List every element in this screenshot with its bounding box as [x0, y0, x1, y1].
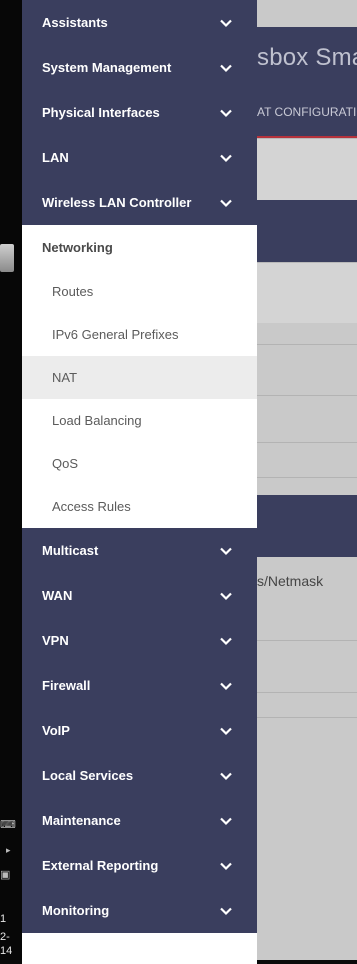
menu-item-nat[interactable]: NAT — [22, 356, 257, 399]
menu-item-routes[interactable]: Routes — [22, 270, 257, 313]
background-panel — [257, 262, 357, 323]
menu-category-wan[interactable]: WAN — [22, 573, 257, 618]
menu-category-multicast[interactable]: Multicast — [22, 528, 257, 573]
background-subtitle: AT CONFIGURATIO — [257, 105, 357, 119]
menu-item-access-rules[interactable]: Access Rules — [22, 485, 257, 528]
menu-category-local-services[interactable]: Local Services — [22, 753, 257, 798]
background-field-label: s/Netmask — [257, 573, 324, 589]
menu-category-label: Wireless LAN Controller — [42, 195, 192, 210]
chevron-down-icon — [220, 682, 232, 690]
menu-category-assistants[interactable]: Assistants — [22, 0, 257, 45]
menu-category-label: Firewall — [42, 678, 91, 693]
menu-item-label: IPv6 General Prefixes — [52, 327, 179, 342]
menu-item-label: QoS — [52, 456, 79, 471]
menu-item-qos[interactable]: QoS — [22, 442, 257, 485]
menu-category-firewall[interactable]: Firewall — [22, 663, 257, 708]
background-section-band — [257, 495, 357, 557]
menu-item-load-balancing[interactable]: Load Balancing — [22, 399, 257, 442]
menu-item-ipv6-general-prefixes[interactable]: IPv6 General Prefixes — [22, 313, 257, 356]
background-app: sbox Sma AT CONFIGURATIO s/Netmask — [257, 0, 357, 960]
background-section-band — [257, 200, 357, 262]
background-divider — [257, 395, 357, 396]
menu-item-label: Routes — [52, 284, 94, 299]
chevron-down-icon — [220, 637, 232, 645]
background-divider — [257, 477, 357, 478]
menu-category-wireless-lan-controller[interactable]: Wireless LAN Controller — [22, 180, 257, 225]
menu-item-label: Access Rules — [52, 499, 131, 514]
menu-category-system-management[interactable]: System Management — [22, 45, 257, 90]
background-panel — [257, 138, 357, 201]
background-divider — [257, 442, 357, 443]
chevron-down-icon — [220, 154, 232, 162]
taskbar-strip: ⌨ ▸ ▣ 1 2-14 — [0, 0, 22, 960]
chevron-down-icon — [220, 772, 232, 780]
menu-item-label: NAT — [52, 370, 78, 385]
background-divider — [257, 692, 357, 693]
menu-item-label: Load Balancing — [52, 413, 142, 428]
menu-category-label: Local Services — [42, 768, 134, 783]
chevron-down-icon — [220, 727, 232, 735]
network-icon[interactable]: ▣ — [0, 868, 10, 881]
menu-category-label: LAN — [42, 150, 69, 165]
menu-category-monitoring[interactable]: Monitoring — [22, 888, 257, 933]
chevron-down-icon — [220, 592, 232, 600]
chevron-down-icon — [220, 547, 232, 555]
keyboard-icon[interactable]: ⌨ — [0, 818, 16, 831]
background-divider — [257, 717, 357, 718]
menu-category-label: VPN — [42, 633, 69, 648]
chevron-down-icon — [220, 199, 232, 207]
background-title: sbox Sma — [257, 44, 357, 71]
menu-category-maintenance[interactable]: Maintenance — [22, 798, 257, 843]
menu-category-label: System Management — [42, 60, 172, 75]
menu-footer-space — [22, 933, 257, 964]
menu-category-voip[interactable]: VoIP — [22, 708, 257, 753]
navigation-menu: Assistants System Management Physical In… — [22, 0, 257, 964]
background-divider — [257, 344, 357, 345]
chevron-down-icon — [220, 109, 232, 117]
menu-category-label: WAN — [42, 588, 73, 603]
menu-group-networking[interactable]: Networking — [22, 225, 257, 270]
arrow-right-icon[interactable]: ▸ — [6, 845, 11, 856]
menu-category-lan[interactable]: LAN — [22, 135, 257, 180]
background-divider — [257, 640, 357, 641]
menu-category-label: Maintenance — [42, 813, 121, 828]
menu-category-label: Assistants — [42, 15, 108, 30]
menu-category-physical-interfaces[interactable]: Physical Interfaces — [22, 90, 257, 135]
clock-line-1: 1 — [0, 913, 7, 925]
chevron-down-icon — [220, 19, 232, 27]
menu-category-label: External Reporting — [42, 858, 159, 873]
menu-category-label: Physical Interfaces — [42, 105, 160, 120]
menu-category-label: Multicast — [42, 543, 99, 558]
chevron-down-icon — [220, 907, 232, 915]
menu-category-external-reporting[interactable]: External Reporting — [22, 843, 257, 888]
chevron-down-icon — [220, 64, 232, 72]
chevron-down-icon — [220, 817, 232, 825]
clock-line-2: 2-14 — [0, 931, 13, 957]
menu-category-vpn[interactable]: VPN — [22, 618, 257, 663]
menu-category-label: Monitoring — [42, 903, 110, 918]
taskbar-grip[interactable] — [0, 244, 14, 272]
menu-group-label: Networking — [42, 240, 113, 255]
chevron-down-icon — [220, 862, 232, 870]
menu-category-label: VoIP — [42, 723, 70, 738]
